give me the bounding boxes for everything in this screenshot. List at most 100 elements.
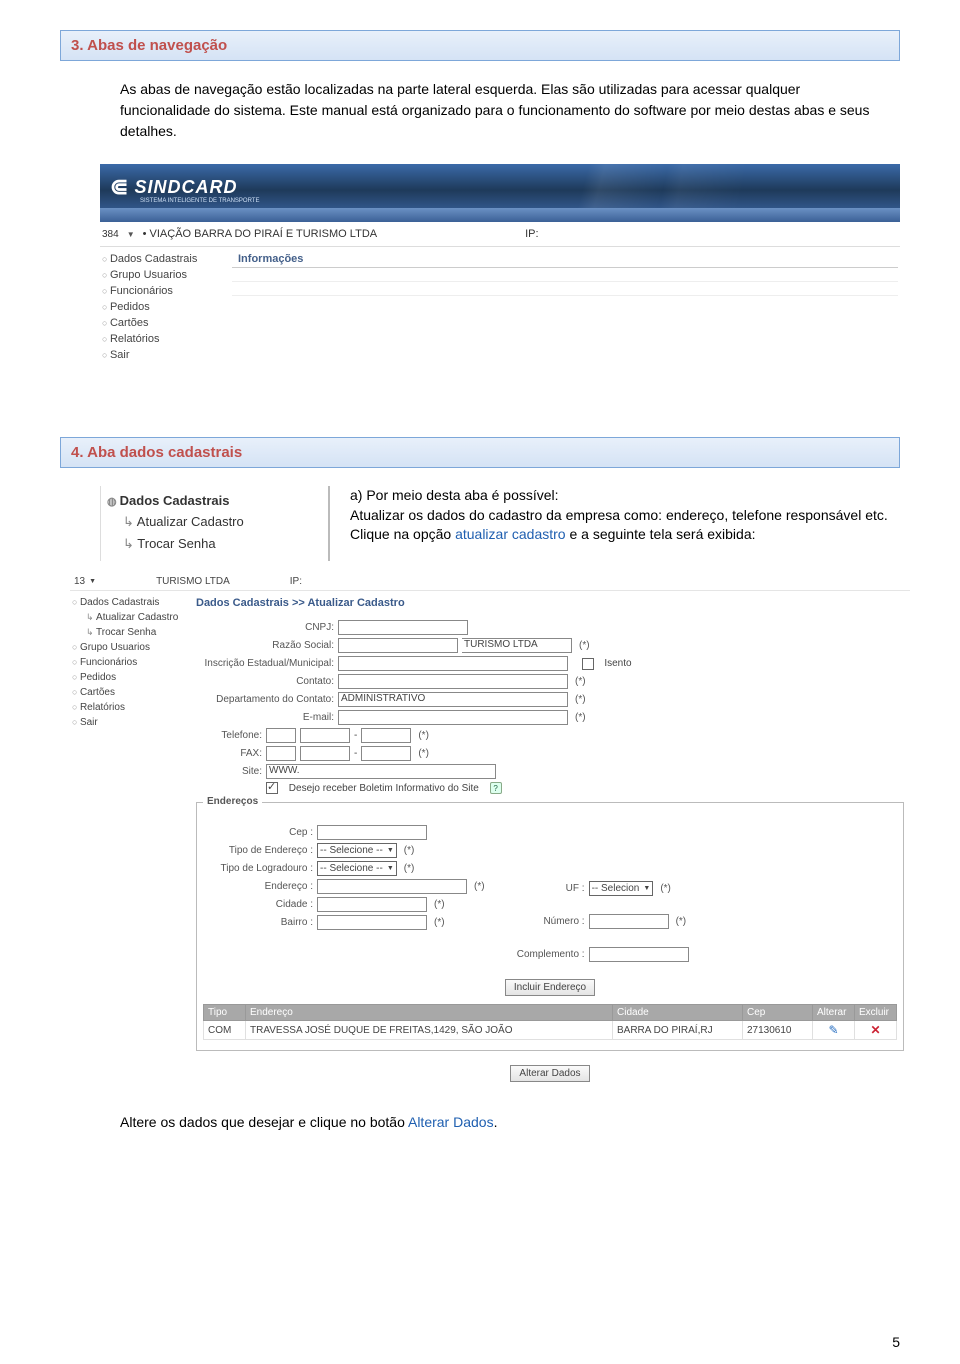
section-3-paragraph: As abas de navegação estão localizadas n…: [120, 79, 880, 142]
input-comp[interactable]: [589, 947, 689, 962]
input-razao[interactable]: TURISMO LTDA: [462, 638, 572, 653]
input-bairro[interactable]: [317, 915, 427, 930]
page-number: 5: [892, 1334, 900, 1350]
fm-pedidos[interactable]: Pedidos: [72, 670, 188, 685]
input-contato[interactable]: [338, 674, 568, 689]
fm-trocar-senha[interactable]: Trocar Senha: [72, 625, 188, 640]
btn-incluir-endereco[interactable]: Incluir Endereço: [505, 979, 595, 996]
mini-sub-atualizar[interactable]: Atualizar Cadastro: [107, 511, 322, 533]
company-name-2: TURISMO LTDA: [156, 576, 230, 587]
fm-cartoes[interactable]: Cartões: [72, 685, 188, 700]
help-icon[interactable]: ?: [490, 782, 502, 794]
screenshot-atualizar-cadastro: 13 ▼ TURISMO LTDA IP: Dados Cadastrais A…: [70, 573, 910, 1092]
screenshot-nav-tabs: ⋐ SINDCARD SISTEMA INTELIGENTE DE TRANSP…: [100, 164, 900, 367]
section-4-description: a) Por meio desta aba é possível: Atuali…: [350, 486, 900, 561]
link-atualizar-cadastro: atualizar cadastro: [455, 526, 566, 542]
chk-boletim[interactable]: [266, 782, 278, 794]
lbl-tipo-log: Tipo de Logradouro :: [203, 863, 313, 874]
mini-sidebar-screenshot: Dados Cadastrais Atualizar Cadastro Troc…: [100, 486, 330, 561]
input-insc[interactable]: [338, 656, 568, 671]
input-cnpj[interactable]: [338, 620, 468, 635]
fm-grupo-usuarios[interactable]: Grupo Usuarios: [72, 640, 188, 655]
link-alterar-dados: Alterar Dados: [408, 1114, 494, 1130]
td-cep: 27130610: [743, 1021, 813, 1040]
mini-head[interactable]: Dados Cadastrais: [107, 490, 322, 511]
menu-sair[interactable]: Sair: [102, 347, 228, 363]
lbl-numero: Número :: [515, 916, 585, 927]
desc-line: Atualizar os dados do cadastro da empres…: [350, 506, 900, 526]
lbl-boletim: Desejo receber Boletim Informativo do Si…: [289, 783, 479, 794]
th-tipo: Tipo: [204, 1005, 246, 1021]
input-numero[interactable]: [589, 914, 669, 929]
lbl-comp: Complemento :: [515, 949, 585, 960]
menu-dados-cadastrais[interactable]: Dados Cadastrais: [102, 251, 228, 267]
desc-click: Clique na opção atualizar cadastro e a s…: [350, 525, 900, 545]
select-tipo-end[interactable]: -- Selecione --▼: [317, 843, 397, 858]
menu-funcionarios[interactable]: Funcionários: [102, 283, 228, 299]
td-cid: BARRA DO PIRAÍ,RJ: [613, 1021, 743, 1040]
input-tel-ddd[interactable]: [266, 728, 296, 743]
desc-a: a) Por meio desta aba é possível:: [350, 486, 900, 506]
lbl-bairro: Bairro :: [203, 917, 313, 928]
btn-alterar-dados[interactable]: Alterar Dados: [510, 1065, 589, 1082]
fieldset-enderecos: Endereços Cep : Tipo de Endereço :-- Sel…: [196, 802, 904, 1051]
sindcard-logo-sub: SISTEMA INTELIGENTE DE TRANSPORTE: [140, 198, 259, 204]
sindcard-banner: ⋐ SINDCARD SISTEMA INTELIGENTE DE TRANSP…: [100, 164, 900, 222]
mini-sub-trocar[interactable]: Trocar Senha: [107, 533, 322, 555]
delete-icon[interactable]: ✕: [870, 1023, 880, 1037]
input-tel-p1[interactable]: [300, 728, 350, 743]
lbl-cep: Cep :: [203, 827, 313, 838]
select-tipo-log[interactable]: -- Selecione --▼: [317, 861, 397, 876]
input-cidade[interactable]: [317, 897, 427, 912]
company-code[interactable]: 384: [102, 229, 119, 240]
sindcard-logo: ⋐ SINDCARD SISTEMA INTELIGENTE DE TRANSP…: [110, 174, 237, 200]
input-site[interactable]: WWW.: [266, 764, 496, 779]
menu-cartoes[interactable]: Cartões: [102, 315, 228, 331]
input-cep[interactable]: [317, 825, 427, 840]
td-end: TRAVESSA JOSÉ DUQUE DE FREITAS,1429, SÃO…: [246, 1021, 613, 1040]
select-uf[interactable]: -- Selecion▼: [589, 881, 654, 896]
address-table: Tipo Endereço Cidade Cep Alterar Excluir…: [203, 1004, 897, 1040]
fm-sair[interactable]: Sair: [72, 715, 188, 730]
th-exc: Excluir: [855, 1005, 897, 1021]
section-4-header: 4. Aba dados cadastrais: [60, 437, 900, 468]
lbl-contato: Contato:: [196, 676, 334, 687]
lbl-uf: UF :: [515, 883, 585, 894]
input-razao-pre[interactable]: [338, 638, 458, 653]
input-fax-p2[interactable]: [361, 746, 411, 761]
section-3-title: 3. Abas de navegação: [71, 37, 889, 54]
chevron-down-icon[interactable]: ▼: [127, 230, 135, 239]
input-endereco[interactable]: [317, 879, 467, 894]
legend-enderecos: Endereços: [203, 796, 262, 807]
menu-relatorios[interactable]: Relatórios: [102, 331, 228, 347]
fm-dados-cadastrais[interactable]: Dados Cadastrais: [72, 595, 188, 610]
chk-isento[interactable]: [582, 658, 594, 670]
th-end: Endereço: [246, 1005, 613, 1021]
chevron-down-icon[interactable]: ▼: [89, 578, 96, 585]
lbl-fax: FAX:: [196, 748, 262, 759]
input-tel-p2[interactable]: [361, 728, 411, 743]
input-dept[interactable]: ADMINISTRATIVO: [338, 692, 568, 707]
edit-icon[interactable]: ✎: [828, 1023, 838, 1037]
input-fax-p1[interactable]: [300, 746, 350, 761]
lbl-dept: Departamento do Contato:: [196, 694, 334, 705]
th-cep: Cep: [743, 1005, 813, 1021]
fm-atualizar-cadastro[interactable]: Atualizar Cadastro: [72, 610, 188, 625]
form-side-menu: Dados Cadastrais Atualizar Cadastro Troc…: [70, 591, 190, 1092]
lbl-razao: Razão Social:: [196, 640, 334, 651]
th-alt: Alterar: [813, 1005, 855, 1021]
lbl-isento: Isento: [604, 658, 631, 669]
lbl-insc: Inscrição Estadual/Municipal:: [196, 658, 334, 669]
menu-grupo-usuarios[interactable]: Grupo Usuarios: [102, 267, 228, 283]
input-fax-ddd[interactable]: [266, 746, 296, 761]
tab-informacoes[interactable]: Informações: [232, 251, 898, 268]
fm-relatorios[interactable]: Relatórios: [72, 700, 188, 715]
lbl-cidade: Cidade :: [203, 899, 313, 910]
sindcard-logo-icon: ⋐: [110, 174, 128, 200]
input-email[interactable]: [338, 710, 568, 725]
fm-funcionarios[interactable]: Funcionários: [72, 655, 188, 670]
company-code-2[interactable]: 13: [74, 576, 85, 587]
th-cid: Cidade: [613, 1005, 743, 1021]
td-tipo: COM: [204, 1021, 246, 1040]
menu-pedidos[interactable]: Pedidos: [102, 299, 228, 315]
